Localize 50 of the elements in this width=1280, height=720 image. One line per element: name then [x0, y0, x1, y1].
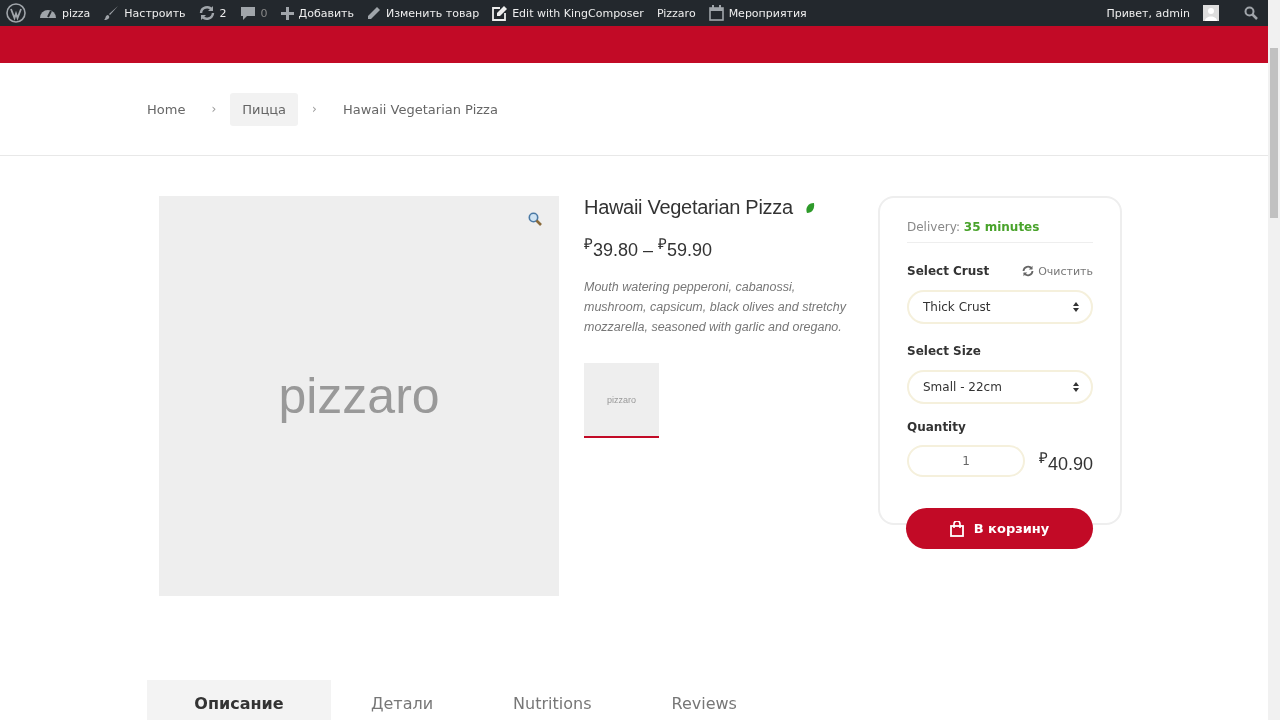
pencil-icon	[366, 6, 381, 20]
breadcrumb-link[interactable]: Пицца	[230, 92, 299, 126]
size-select[interactable]: Small - 22cm	[907, 370, 1093, 404]
breadcrumb-link[interactable]: Home	[147, 92, 198, 126]
plus-icon	[280, 6, 294, 20]
price-range: $^{₽}$39.80 – $^{₽}$59.90	[584, 234, 714, 261]
search-icon[interactable]	[1244, 6, 1258, 20]
breadcrumb-separator: ›	[211, 102, 217, 116]
admin-bar-item[interactable]: Мероприятия	[708, 5, 807, 21]
scrollbar[interactable]	[1268, 0, 1280, 720]
admin-bar-item[interactable]: pizza	[39, 5, 91, 21]
product-description: Mouth watering pepperoni, cabanossi, mushroom, capsicum, black olives and stretchy mozzarella, seasoned with garlic and oregano.	[584, 279, 848, 336]
total-price: $^{₽}$40.90	[1038, 448, 1093, 475]
refresh-icon	[198, 5, 215, 21]
tab[interactable]: Nutritions	[473, 680, 632, 720]
admin-bar-item[interactable]: Изменить товар	[366, 6, 480, 20]
admin-bar-item[interactable]: Добавить	[280, 6, 354, 20]
delivery-info: Delivery: 35 minutes	[907, 220, 1093, 243]
admin-bar-item[interactable]: 0	[239, 5, 268, 21]
add-to-cart-button[interactable]: В корзину	[906, 508, 1093, 549]
clear-link[interactable]: Очистить	[1022, 264, 1093, 278]
quantity-field[interactable]: 1	[907, 445, 1025, 477]
refresh-icon	[1022, 265, 1035, 277]
breadcrumb-separator: ›	[312, 102, 317, 116]
tab[interactable]: Детали	[331, 680, 474, 720]
field-label: Select Size	[907, 344, 982, 358]
zoom-icon[interactable]	[528, 212, 542, 226]
field-label: Select Crust	[907, 264, 990, 278]
admin-bar-item[interactable]: 2	[198, 5, 227, 21]
tab[interactable]: Описание	[147, 680, 331, 720]
admin-bar-item[interactable]: Pizzaro	[656, 6, 696, 20]
product-title: Hawaii Vegetarian Pizza	[584, 196, 793, 219]
breadcrumb-link[interactable]: Hawaii Vegetarian Pizza	[330, 92, 510, 126]
brush-icon	[103, 5, 120, 21]
admin-bar-item[interactable]	[6, 3, 26, 23]
crust-select[interactable]: Thick Crust	[907, 290, 1093, 324]
sort-arrows-icon	[1073, 302, 1079, 312]
edit-icon	[492, 5, 508, 21]
product-image: pizzaro	[159, 196, 559, 596]
tab[interactable]: Reviews	[631, 680, 777, 720]
field-label: Quantity	[907, 420, 967, 434]
sort-arrows-icon	[1073, 382, 1079, 392]
avatar-icon	[1203, 5, 1219, 21]
admin-bar-item[interactable]: Edit with KingComposer	[492, 5, 644, 21]
calendar-icon	[708, 5, 724, 21]
bag-icon	[949, 520, 964, 537]
wordpress-icon	[6, 3, 26, 23]
comment-icon	[239, 5, 256, 21]
admin-bar-item[interactable]: Настроить	[103, 5, 186, 21]
account-menu[interactable]: Привет, admin	[1106, 6, 1190, 20]
